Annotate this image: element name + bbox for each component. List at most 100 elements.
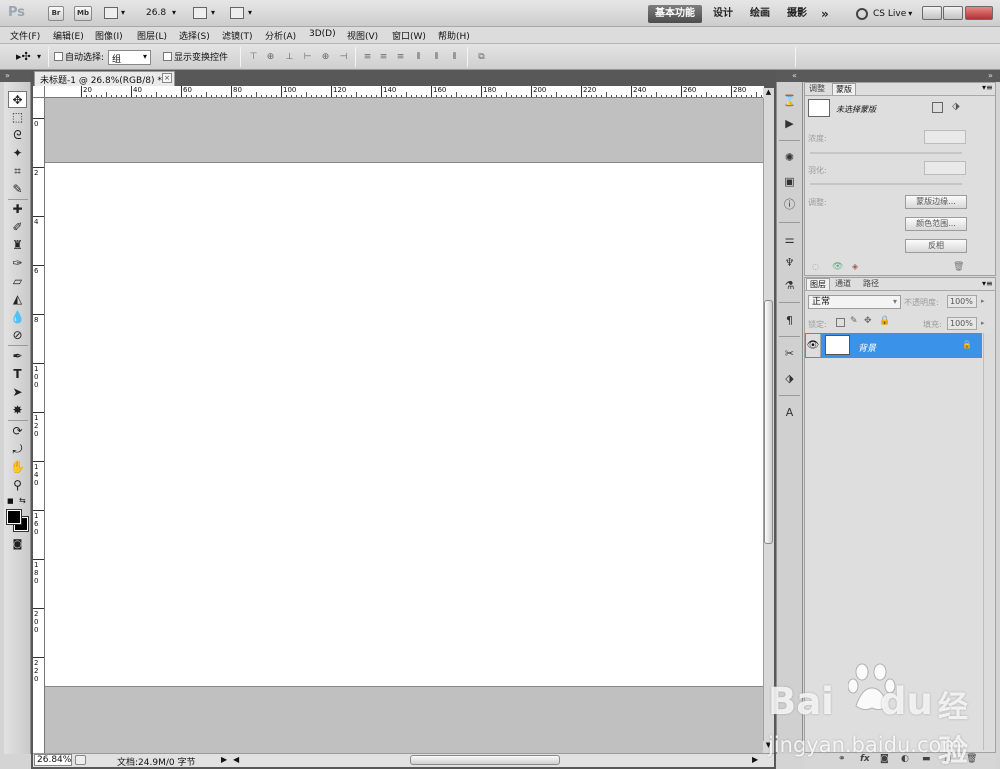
menu-layer[interactable]: 图层(L) (137, 29, 167, 42)
navigator-panel-icon[interactable]: ▣ (780, 173, 799, 190)
density-field[interactable] (924, 130, 966, 144)
screen-mode-icon[interactable] (230, 7, 244, 19)
blur-tool-icon[interactable]: 💧 (8, 309, 27, 326)
zoom-level-dropdown[interactable]: 26.8 (146, 8, 166, 18)
distribute-horizontal-center-icon[interactable]: ⦀ (431, 52, 442, 63)
pixel-mask-icon[interactable] (932, 102, 943, 113)
bridge-button[interactable]: Br (48, 6, 64, 21)
lock-position-icon[interactable]: ✥ (864, 316, 872, 326)
history-brush-tool-icon[interactable]: ✑ (8, 255, 27, 272)
swap-colors-icon[interactable]: ⇆ (19, 496, 26, 505)
scroll-left-icon[interactable]: ◀ (233, 755, 239, 764)
eyedropper-tool-icon[interactable]: ✎ (8, 181, 27, 198)
feather-slider[interactable] (810, 183, 962, 185)
scroll-right-icon[interactable]: ▶ (752, 755, 758, 764)
auto-align-layers-icon[interactable]: ⧉ (476, 52, 487, 63)
mask-visibility-icon[interactable]: 👁 (832, 262, 843, 272)
apply-mask-icon[interactable]: ◈ (852, 262, 858, 271)
layer-name[interactable]: 背景 (858, 341, 876, 354)
menu-window[interactable]: 窗口(W) (392, 29, 426, 42)
align-horizontal-center-icon[interactable]: ⊕ (320, 52, 331, 63)
clone-stamp-tool-icon[interactable]: ♜ (8, 237, 27, 254)
zoom-tool-icon[interactable]: ⚲ (8, 477, 27, 494)
fill-slider-arrow-icon[interactable]: ▸ (981, 319, 985, 327)
color-range-button[interactable]: 颜色范围... (905, 217, 967, 231)
measurement-panel-icon[interactable]: ⬗ (780, 370, 799, 387)
auto-select-checkbox[interactable] (54, 52, 63, 61)
actions-panel-icon[interactable]: ▶ (780, 115, 799, 132)
workspace-photography[interactable]: 摄影 (780, 5, 814, 23)
opacity-slider-arrow-icon[interactable]: ▸ (981, 297, 985, 305)
collapse-toolbar-icon[interactable]: » (5, 71, 10, 80)
tab-channels[interactable]: 通道 (832, 278, 854, 290)
horizontal-scroll-thumb[interactable] (410, 755, 560, 765)
mini-bridge-button[interactable]: Mb (74, 6, 92, 21)
history-panel-icon[interactable]: ⌛ (780, 92, 799, 109)
align-top-icon[interactable]: ⊤ (248, 52, 259, 63)
collapse-panels-icon[interactable]: » (988, 71, 993, 80)
3d-orbit-tool-icon[interactable]: ⤾ (8, 441, 27, 458)
blend-mode-dropdown[interactable]: 正常 ▾ (808, 295, 901, 309)
align-right-icon[interactable]: ⊣ (338, 52, 349, 63)
shape-tool-icon[interactable]: ✸ (8, 402, 27, 419)
more-workspaces-button[interactable]: » (814, 5, 836, 23)
lasso-tool-icon[interactable]: ᘓ (8, 127, 27, 144)
move-tool-icon[interactable]: ✥ (8, 91, 27, 108)
healing-brush-tool-icon[interactable]: ✚ (8, 201, 27, 218)
minimize-button[interactable] (922, 6, 942, 20)
marquee-tool-icon[interactable]: ⬚ (8, 109, 27, 126)
vector-mask-icon[interactable]: ⬗ (952, 101, 960, 112)
3d-rotate-tool-icon[interactable]: ⟳ (8, 423, 27, 440)
workspace-painting[interactable]: 绘画 (743, 5, 777, 23)
dodge-tool-icon[interactable]: ⊘ (8, 327, 27, 344)
tab-layers[interactable]: 图层 (806, 278, 830, 290)
distribute-vertical-center-icon[interactable]: ≡ (378, 52, 389, 63)
menu-edit[interactable]: 编辑(E) (53, 29, 84, 42)
arrange-dropdown-icon[interactable]: ▾ (211, 8, 215, 17)
clone-source-panel-icon[interactable]: ♆ (780, 254, 799, 271)
move-tool-preset-icon[interactable]: ▸✣ (16, 50, 31, 63)
cs-live-button[interactable]: CS Live (873, 9, 912, 19)
scroll-up-icon[interactable]: ▲ (763, 88, 774, 98)
zoom-dropdown-icon[interactable]: ▾ (172, 8, 176, 17)
status-info-icon[interactable] (75, 755, 86, 765)
close-document-icon[interactable]: × (162, 73, 172, 83)
invert-button[interactable]: 反相 (905, 239, 967, 253)
load-selection-icon[interactable]: ◌ (812, 262, 819, 271)
document-tab[interactable]: 未标题-1 @ 26.8%(RGB/8) * (34, 71, 175, 86)
canvas[interactable] (45, 163, 763, 686)
collapse-icons-icon[interactable]: « (792, 71, 797, 80)
masks-panel-menu-icon[interactable]: ▾≡ (982, 83, 993, 92)
paragraph-panel-icon[interactable]: ¶ (780, 312, 799, 329)
distribute-right-icon[interactable]: ⦀ (449, 52, 460, 63)
color-panel-icon[interactable]: ✺ (780, 149, 799, 166)
align-bottom-icon[interactable]: ⊥ (284, 52, 295, 63)
tab-masks[interactable]: 蒙版 (832, 83, 856, 95)
pen-tool-icon[interactable]: ✒ (8, 348, 27, 365)
tab-adjustments[interactable]: 调整 (806, 83, 828, 95)
crop-tool-icon[interactable]: ⌗ (8, 163, 27, 180)
restore-button[interactable] (943, 6, 963, 20)
tool-presets-panel-icon[interactable]: ⚗ (780, 277, 799, 294)
menu-help[interactable]: 帮助(H) (438, 29, 470, 42)
auto-select-target-dropdown[interactable]: 组 ▾ (108, 50, 151, 65)
info-panel-icon[interactable]: ⓘ (780, 196, 799, 213)
menu-filter[interactable]: 滤镜(T) (222, 29, 253, 42)
vertical-scroll-thumb[interactable] (764, 300, 773, 544)
3d-panel-icon[interactable]: ✂ (780, 345, 799, 362)
lock-image-icon[interactable]: ✎ (850, 316, 858, 326)
ruler-origin[interactable] (33, 86, 45, 98)
foreground-color-swatch[interactable] (6, 509, 22, 525)
menu-view[interactable]: 视图(V) (347, 29, 378, 42)
tool-preset-dropdown-icon[interactable]: ▾ (37, 52, 41, 61)
zoom-percent-field[interactable]: 26.84% (34, 754, 72, 766)
workspace-design[interactable]: 设计 (706, 5, 740, 23)
character-panel-icon[interactable]: A (780, 404, 799, 421)
menu-image[interactable]: 图像(I) (95, 29, 123, 42)
fill-field[interactable]: 100% (947, 317, 977, 330)
menu-file[interactable]: 文件(F) (10, 29, 40, 42)
type-tool-icon[interactable]: T (8, 366, 27, 383)
menu-analysis[interactable]: 分析(A) (265, 29, 296, 42)
layers-panel-menu-icon[interactable]: ▾≡ (982, 279, 993, 288)
close-window-button[interactable] (965, 6, 993, 20)
